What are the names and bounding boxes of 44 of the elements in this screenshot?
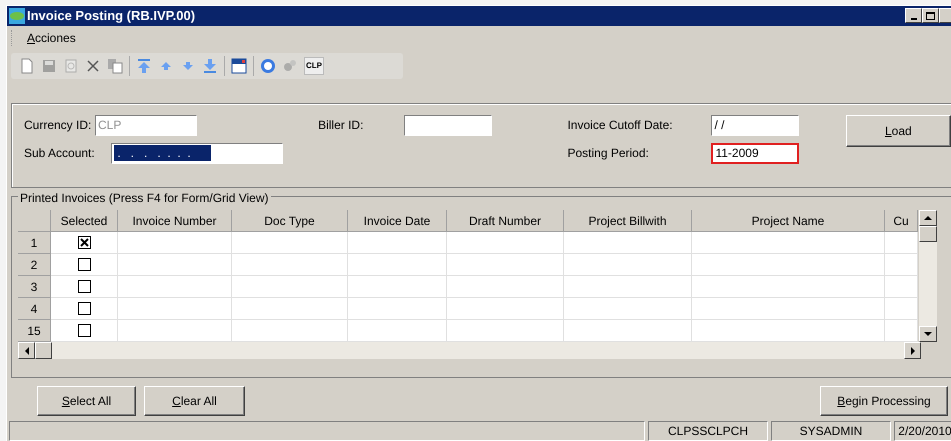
checkbox[interactable]: [78, 280, 90, 294]
app-icon: [9, 8, 25, 24]
load-button[interactable]: Load: [846, 114, 951, 147]
field-label: Invoice Cutoff Date:: [567, 117, 674, 134]
field-label: Biller ID:: [318, 117, 364, 134]
window-icon[interactable]: [231, 58, 247, 74]
input-field[interactable]: . . . . . . .: [111, 142, 283, 164]
delete-icon[interactable]: [85, 58, 101, 74]
status-panel: 2/20/2010: [894, 421, 951, 441]
begin-processing-button[interactable]: Begin Processing: [820, 386, 948, 416]
currency-button[interactable]: CLP: [304, 56, 324, 75]
refresh-document-icon[interactable]: [63, 58, 79, 74]
row-header[interactable]: 15: [18, 320, 51, 342]
row-header[interactable]: 2: [18, 254, 51, 276]
help-icon[interactable]: [260, 58, 276, 74]
new-document-icon[interactable]: [19, 58, 35, 74]
close-button[interactable]: [939, 8, 951, 24]
maximize-button[interactable]: [922, 8, 939, 24]
horizontal-scrollbar[interactable]: [18, 342, 921, 360]
minimize-button[interactable]: [905, 8, 922, 24]
last-record-icon[interactable]: [202, 58, 218, 74]
row-header[interactable]: 4: [18, 298, 51, 320]
first-record-icon[interactable]: [136, 58, 152, 74]
clear-all-button[interactable]: Clear All: [144, 386, 245, 416]
vertical-scrollbar[interactable]: [919, 210, 937, 342]
menu-item[interactable]: Acciones: [27, 29, 76, 48]
field-label: Posting Period:: [567, 145, 650, 162]
save-icon[interactable]: [41, 58, 57, 74]
field-label: Sub Account:: [24, 145, 96, 162]
select-all-button[interactable]: Select All: [37, 386, 136, 416]
input-field[interactable]: 11-2009: [711, 142, 800, 164]
checkbox[interactable]: [78, 324, 90, 338]
status-panel: SYSADMIN: [771, 421, 891, 441]
checkbox[interactable]: [78, 236, 90, 250]
window-title: Invoice Posting (RB.IVP.00): [27, 7, 196, 26]
status-panel: CLPSSCLPCH: [648, 421, 768, 441]
input-field[interactable]: [404, 114, 492, 136]
row-header[interactable]: 1: [18, 232, 51, 254]
row-header[interactable]: 3: [18, 276, 51, 298]
copy-icon[interactable]: [107, 58, 123, 74]
checkbox[interactable]: [78, 302, 90, 316]
field-label: Currency ID:: [24, 117, 92, 134]
checkbox[interactable]: [78, 258, 90, 272]
input-field[interactable]: / /: [711, 114, 800, 136]
